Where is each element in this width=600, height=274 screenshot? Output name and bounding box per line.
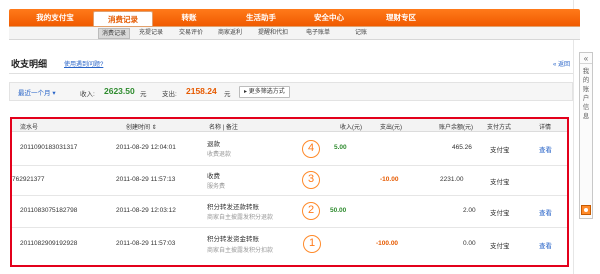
page-border [573, 0, 574, 274]
account-info-sidebar[interactable]: « 我的账户信息 [579, 52, 593, 219]
created-time: 2011-08-29 12:03:12 [116, 207, 176, 214]
back-link[interactable]: « 返回 [553, 59, 570, 68]
top-navigation: 我的支付宝 消费记录 转账 生活助手 安全中心 理财专区 [9, 9, 580, 27]
step-marker: 2 [302, 202, 320, 220]
expense-unit: 元 [224, 91, 231, 98]
subtab-consumption-records[interactable]: 消费记录 [98, 28, 131, 39]
table-row: 2011083075182798 2011-08-29 12:03:12 积分转… [12, 196, 567, 228]
tab-my-alipay[interactable]: 我的支付宝 [27, 9, 83, 26]
created-time: 2011-08-29 11:57:03 [116, 240, 176, 247]
created-time: 2011-08-29 12:04:01 [116, 144, 176, 151]
header-expense: 支出(元) [380, 125, 402, 131]
serial-number: 2011082909192928 [20, 240, 78, 247]
header-created-time-label: 创建时间 [126, 125, 151, 131]
transaction-note: 商家自主披露发积分扣款 [207, 248, 274, 254]
help-link[interactable]: 使用遇到问题? [64, 59, 103, 68]
tab-life-assistant[interactable]: 生活助手 [235, 9, 287, 26]
view-detail-link[interactable]: 查看 [539, 207, 552, 217]
period-dropdown[interactable]: 最近一个月 ▾ [18, 87, 56, 97]
serial-number: 2011083075182798 [20, 207, 78, 214]
header-detail: 详情 [539, 125, 552, 131]
expense-label: 支出: [162, 91, 177, 98]
view-detail-link[interactable]: 查看 [539, 144, 552, 154]
header-payment-method: 支付方式 [487, 125, 512, 131]
header-created-time[interactable]: 创建时间 ⇕ [126, 122, 157, 131]
serial-number: 2011090183031317 [20, 144, 78, 151]
step-marker: 4 [302, 140, 320, 158]
account-info-label: 我的账户信息 [582, 68, 590, 120]
account-balance: 0.00 [463, 240, 476, 247]
transaction-note: 服务费 [207, 184, 226, 190]
play-icon: ▸ [244, 89, 248, 95]
expense-amount: -100.00 [376, 240, 399, 247]
subtab-bookkeeping[interactable]: 记账 [355, 28, 367, 39]
sort-icon: ⇕ [150, 125, 157, 131]
transaction-name: 积分转发资金转账 [207, 236, 259, 243]
transaction-name: 积分转发还款转账 [207, 204, 259, 211]
table-row: 762921377 2011-08-29 11:57:13 收费 服务费 3 -… [12, 166, 567, 196]
more-filters-label: 更多筛选方式 [248, 89, 285, 95]
camera-icon[interactable] [581, 205, 591, 215]
subtab-merchant-rebate[interactable]: 商家返利 [218, 28, 242, 39]
filter-bar: 最近一个月 ▾ 收入: 2623.50 元 支出: 2158.24 元 ▸ 更多… [9, 82, 573, 101]
table-row: 2011082909192928 2011-08-29 11:57:03 积分转… [12, 228, 567, 264]
payment-method: 支付宝 [490, 179, 510, 186]
income-label: 收入: [80, 91, 95, 98]
subtab-reminders-debit[interactable]: 提醒和代扣 [258, 28, 288, 39]
table-header: 流水号 创建时间 ⇕ 名称 | 备注 收入(元) 支出(元) 账户余额(元) 支… [12, 119, 567, 132]
header-serial: 流水号 [20, 125, 39, 131]
tab-security-center[interactable]: 安全中心 [301, 9, 357, 26]
sub-navigation: 消费记录 充提记录 交易评价 商家返利 提醒和代扣 电子账单 记账 [9, 26, 580, 40]
title-divider [9, 73, 573, 74]
account-balance: 465.26 [452, 144, 472, 151]
transaction-name: 退款 [207, 141, 220, 148]
expense-total: 2158.24 [186, 86, 217, 96]
subtab-e-statement[interactable]: 电子账单 [306, 28, 330, 39]
income-total: 2623.50 [104, 86, 135, 96]
expense-amount: -10.00 [380, 176, 399, 183]
subtab-recharge-withdraw[interactable]: 充提记录 [139, 28, 163, 39]
header-balance: 账户余额(元) [439, 125, 473, 131]
tab-wealth-management[interactable]: 理财专区 [373, 9, 429, 26]
payment-method: 支付宝 [490, 147, 510, 154]
header-name-note: 名称 | 备注 [209, 125, 238, 131]
table-row: 2011090183031317 2011-08-29 12:04:01 退款 … [12, 133, 567, 166]
payment-method: 支付宝 [490, 210, 510, 217]
subtab-trade-review[interactable]: 交易评价 [179, 28, 203, 39]
income-unit: 元 [140, 91, 147, 98]
collapse-icon[interactable]: « [580, 53, 592, 64]
step-marker: 3 [302, 171, 320, 189]
payment-method: 支付宝 [490, 243, 510, 250]
page-title: 收支明细 [11, 59, 48, 69]
view-detail-link[interactable]: 查看 [539, 240, 552, 250]
serial-number: 762921377 [12, 176, 45, 183]
income-amount: 50.00 [330, 207, 347, 214]
step-marker: 1 [303, 235, 321, 253]
transaction-name: 收费 [207, 173, 220, 180]
transaction-note: 商家自主披露发积分退款 [207, 215, 274, 221]
transaction-note: 收费退款 [207, 152, 232, 158]
more-filters-button[interactable]: ▸ 更多筛选方式 [239, 86, 290, 98]
account-balance: 2231.00 [440, 176, 464, 183]
created-time: 2011-08-29 11:57:13 [116, 176, 176, 183]
chevron-down-icon: ▾ [52, 90, 56, 97]
account-balance: 2.00 [463, 207, 476, 214]
period-label: 最近一个月 [18, 90, 51, 97]
income-amount: 5.00 [334, 144, 347, 151]
header-income: 收入(元) [340, 125, 362, 131]
tab-transfer[interactable]: 转账 [169, 9, 209, 26]
tab-consumption-records[interactable]: 消费记录 [93, 11, 153, 27]
